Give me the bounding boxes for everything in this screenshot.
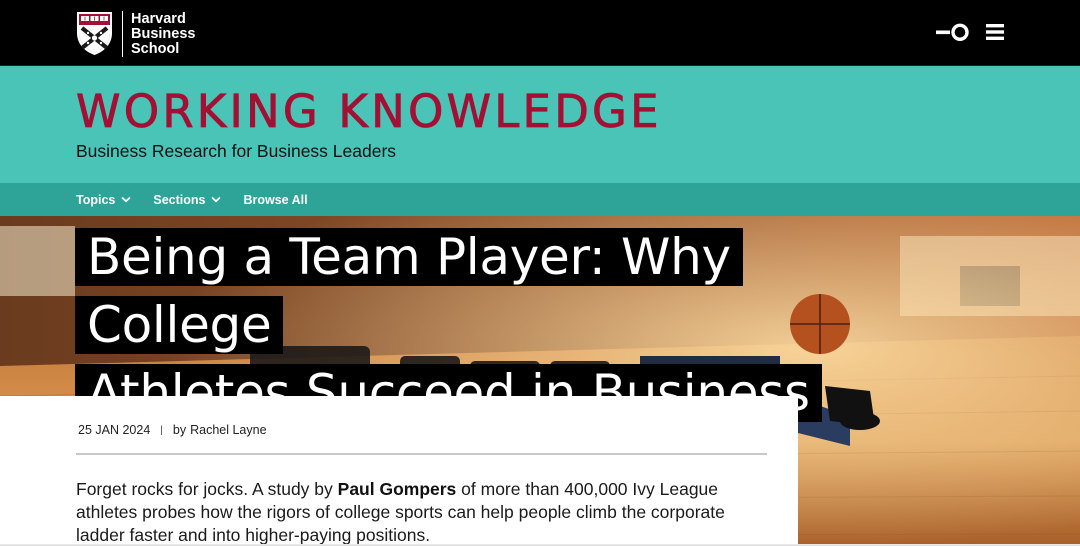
site-title[interactable]: WORKING KNOWLEDGE (76, 84, 662, 140)
hbs-logo[interactable]: Harvard Business School (76, 11, 195, 57)
dek-text-1: Forget rocks for jocks. A study by (76, 479, 338, 499)
nav-item-label: Browse All (243, 192, 308, 207)
dek-bold-name: Paul Gompers (337, 479, 457, 499)
top-bar: Harvard Business School (0, 0, 1080, 66)
top-icons (936, 22, 1004, 45)
hbs-shield-icon (77, 12, 112, 55)
nav-item-topics[interactable]: Topics (76, 193, 131, 207)
article-meta: 25 JAN 2024 | by Rachel Layne (78, 423, 267, 437)
article-card: 25 JAN 2024 | by Rachel Layne Forget roc… (0, 396, 798, 546)
wordmark-line-1: Harvard (131, 11, 186, 27)
nav-item-label: Sections (153, 192, 206, 207)
article-date: 25 JAN 2024 (78, 423, 151, 437)
wordmark-line-3: School (131, 41, 180, 57)
article-dek: Forget rocks for jocks. A study by Paul … (76, 478, 766, 547)
meta-divider (76, 453, 767, 455)
chevron-down-icon (211, 196, 222, 203)
meta-separator: | (160, 424, 163, 436)
nav-item-label: Topics (76, 192, 116, 207)
main-nav: Topics Sections Browse All (0, 183, 1080, 216)
wordmark-line-2: Business (131, 26, 196, 42)
menu-icon[interactable] (986, 24, 1004, 43)
key-icon[interactable] (936, 22, 970, 45)
nav-item-sections[interactable]: Sections (153, 192, 222, 207)
article-author[interactable]: Rachel Layne (190, 423, 266, 437)
masthead: WORKING KNOWLEDGE Business Research for … (0, 66, 1080, 183)
author-prefix: by (172, 423, 187, 437)
chevron-down-icon (121, 196, 131, 203)
logo-divider (122, 11, 123, 57)
site-subtitle: Business Research for Business Leaders (76, 141, 397, 161)
nav-item-browse-all[interactable]: Browse All (243, 193, 307, 207)
headline-line-1: Being a Team Player: Why College (75, 228, 743, 354)
hbs-wordmark: Harvard Business School (131, 12, 195, 57)
